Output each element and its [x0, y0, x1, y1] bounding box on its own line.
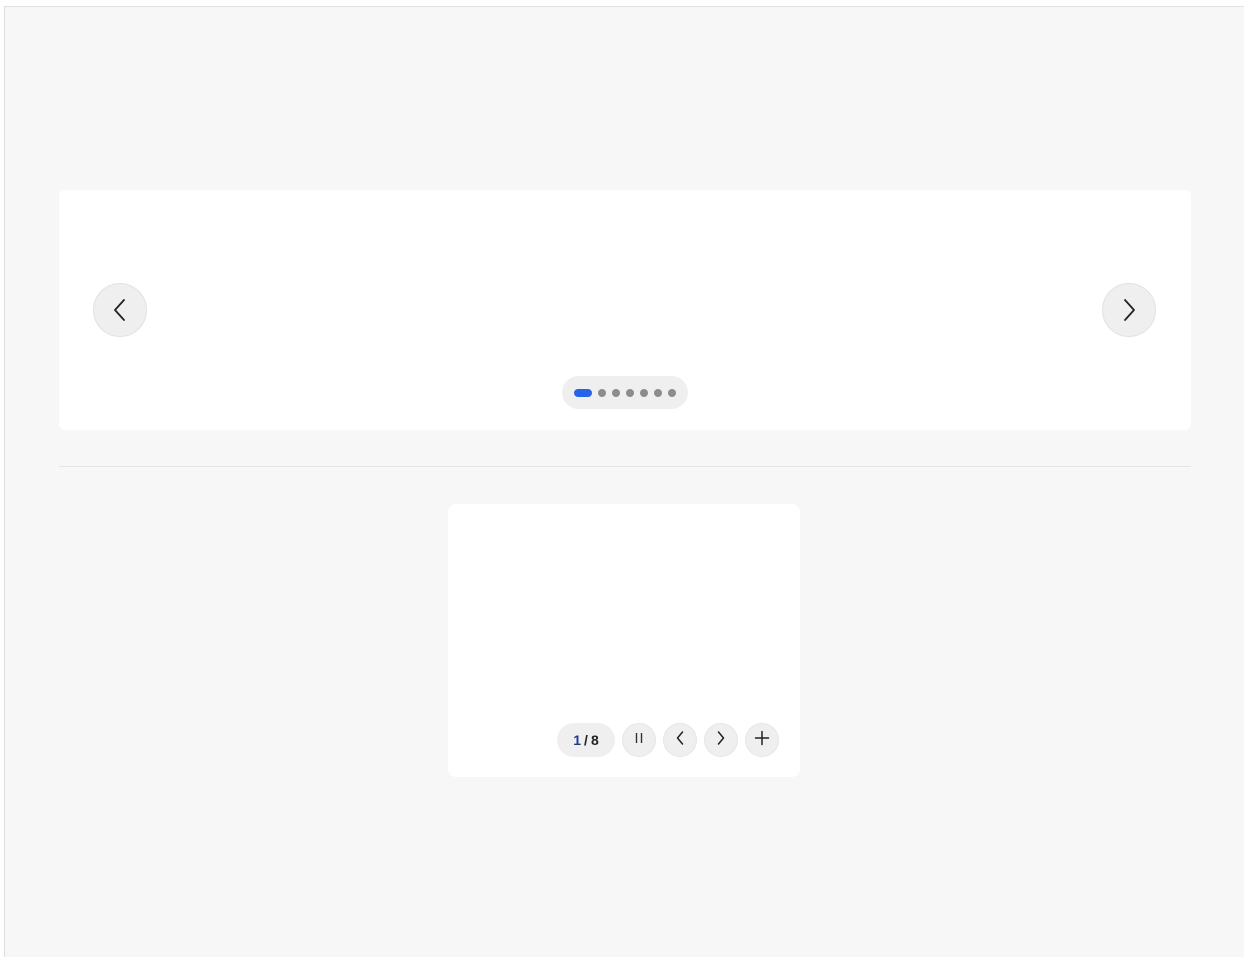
- chevron-right-icon: [1120, 298, 1138, 322]
- pause-icon: [633, 731, 645, 750]
- compact-next-button[interactable]: [704, 723, 738, 757]
- chevron-left-icon: [111, 298, 129, 322]
- carousel-dot-2[interactable]: [598, 388, 606, 397]
- slide-counter-current: 1: [573, 732, 582, 748]
- slide-counter-separator: /: [584, 732, 588, 748]
- carousel-prev-button[interactable]: [93, 283, 147, 337]
- add-slide-button[interactable]: [745, 723, 779, 757]
- carousel-dot-7[interactable]: [668, 388, 676, 397]
- page-frame: [4, 6, 1244, 957]
- carousel-dot-1[interactable]: [574, 388, 592, 397]
- carousel-dot-4[interactable]: [626, 388, 634, 397]
- chevron-right-icon: [716, 730, 726, 751]
- slide-counter-total: 8: [590, 732, 599, 748]
- carousel-dot-5[interactable]: [640, 388, 648, 397]
- carousel-next-button[interactable]: [1102, 283, 1156, 337]
- plus-icon: [754, 730, 770, 751]
- chevron-left-icon: [675, 730, 685, 751]
- compact-prev-button[interactable]: [663, 723, 697, 757]
- section-divider: [59, 466, 1191, 467]
- carousel-dot-3[interactable]: [612, 388, 620, 397]
- pause-button[interactable]: [622, 723, 656, 757]
- carousel-dot-6[interactable]: [654, 388, 662, 397]
- carousel-pagination: [562, 376, 688, 409]
- slide-counter: 1 / 8: [557, 723, 615, 757]
